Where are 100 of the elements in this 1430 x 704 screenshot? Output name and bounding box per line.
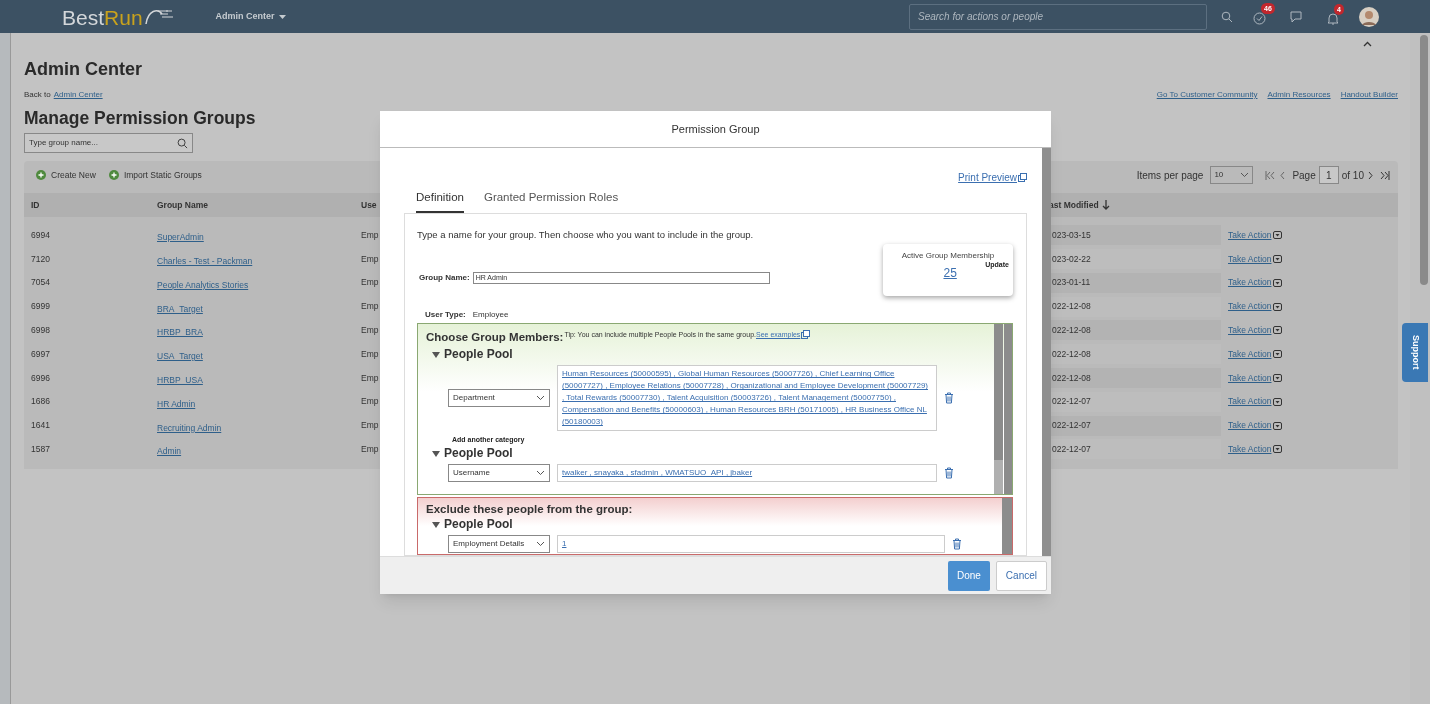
people-pool-title: People Pool bbox=[444, 517, 513, 533]
print-preview-link[interactable]: Print Preview bbox=[958, 170, 1027, 185]
table-cell-text: 6996 bbox=[31, 371, 51, 385]
group-name-link[interactable]: HR Admin bbox=[157, 398, 196, 409]
toolbar-action[interactable]: Import Static Groups bbox=[108, 168, 202, 182]
dropdown-icon bbox=[1273, 373, 1283, 382]
admin-center-link[interactable]: Admin Center bbox=[53, 89, 103, 101]
done-button[interactable]: Done bbox=[947, 560, 990, 591]
bell-icon[interactable] bbox=[1327, 11, 1339, 25]
sort-down-icon bbox=[1101, 200, 1110, 211]
table-cell-text: 7120 bbox=[31, 252, 51, 266]
values-field[interactable]: Human Resources (50000595) , Global Human Resources (50007726) , Chief Learning Office (50007727) , Employee Relations (50007728) , Organizational and Employee Development (50007729) , Total Rewards (50007730) , Talent Acquisition (50003726) , Talent Management (50007750) , Compensation and Benefits (50000603) , Human Resources BRH (50171005) , HR Business Office NL (50180003) bbox=[557, 365, 937, 432]
scrollbar-thumb[interactable] bbox=[994, 324, 1003, 461]
dropdown-icon bbox=[1273, 302, 1283, 311]
last-page-icon[interactable] bbox=[1380, 170, 1390, 180]
dropdown-icon bbox=[1273, 231, 1283, 240]
membership-label: Active Group Membership bbox=[900, 250, 996, 262]
scrollbar[interactable] bbox=[1004, 324, 1012, 495]
group-name-link[interactable]: HRBP_BRA bbox=[157, 327, 203, 338]
column-header[interactable]: ID bbox=[31, 198, 40, 212]
table-cell-text: 7054 bbox=[31, 276, 51, 290]
group-name-link[interactable]: People Analytics Stories bbox=[157, 279, 249, 290]
chevron-down-icon bbox=[536, 470, 545, 477]
membership-count-link[interactable]: 25 bbox=[943, 264, 957, 283]
take-action-link[interactable]: Take Action bbox=[1228, 228, 1283, 242]
group-search-field[interactable]: Type group name... bbox=[24, 133, 193, 154]
group-name-link[interactable]: USA_Target bbox=[157, 351, 203, 362]
take-action-link[interactable]: Take Action bbox=[1228, 371, 1283, 385]
chat-icon[interactable] bbox=[1289, 10, 1303, 23]
expanded-triangle-icon[interactable] bbox=[432, 350, 440, 359]
group-name-link[interactable]: SuperAdmin bbox=[157, 232, 204, 243]
take-action-link[interactable]: Take Action bbox=[1228, 419, 1283, 432]
user-type-value: Employee bbox=[472, 309, 509, 322]
first-page-icon[interactable] bbox=[1265, 170, 1276, 180]
category-select[interactable]: Employment Details bbox=[448, 535, 550, 554]
admin-center-menu[interactable]: Admin Center bbox=[215, 9, 286, 24]
previous-page-icon[interactable] bbox=[1279, 170, 1286, 180]
people-pool-title: People Pool bbox=[444, 446, 513, 462]
tab[interactable]: Definition bbox=[416, 189, 464, 214]
next-page-icon[interactable] bbox=[1368, 170, 1374, 180]
avatar[interactable] bbox=[1359, 6, 1379, 27]
intro-text: Type a name for your group. Then choose who you want to include in the group. bbox=[417, 228, 755, 243]
items-per-page-select[interactable]: 10 bbox=[1210, 166, 1254, 185]
people-pool-title: People Pool bbox=[444, 347, 513, 363]
trash-icon[interactable] bbox=[944, 392, 954, 405]
group-name-link[interactable]: Recruiting Admin bbox=[157, 422, 222, 433]
group-name-link[interactable]: Charles - Test - Packman bbox=[157, 255, 253, 266]
table-cell-text: 6994 bbox=[31, 228, 51, 242]
table-cell-text: 6997 bbox=[31, 347, 51, 361]
trash-icon[interactable] bbox=[944, 467, 954, 480]
take-action-link[interactable]: Take Action bbox=[1228, 276, 1283, 290]
check-circle-icon[interactable] bbox=[1253, 11, 1266, 25]
dropdown-icon bbox=[1273, 350, 1283, 359]
column-header[interactable]: Group Name bbox=[157, 198, 208, 212]
table-cell-text: Emp bbox=[361, 276, 380, 290]
header-link[interactable]: Go To Customer Community bbox=[1156, 89, 1258, 101]
page-number-field[interactable]: 1 bbox=[1318, 166, 1339, 185]
search-field[interactable]: Search for actions or people bbox=[909, 3, 1207, 30]
section-title: Exclude these people from the group: bbox=[426, 502, 634, 517]
table-cell-text: 6998 bbox=[31, 323, 51, 337]
tab[interactable]: Granted Permission Roles bbox=[483, 189, 619, 214]
table-cell-text: Emp bbox=[361, 252, 380, 266]
group-name-link[interactable]: Admin bbox=[157, 446, 182, 457]
trash-icon[interactable] bbox=[952, 538, 962, 551]
search-icon[interactable] bbox=[1221, 10, 1233, 23]
group-name-link[interactable]: HRBP_USA bbox=[157, 374, 203, 385]
header-link[interactable]: Admin Resources bbox=[1267, 89, 1331, 101]
dropdown-icon bbox=[1273, 445, 1283, 454]
toolbar-action[interactable]: Create New bbox=[36, 168, 96, 182]
header-link[interactable]: Handout Builder bbox=[1340, 89, 1398, 101]
table-cell-text: 1641 bbox=[31, 419, 51, 432]
take-action-link[interactable]: Take Action bbox=[1228, 395, 1283, 409]
collapse-caret-icon[interactable] bbox=[1363, 40, 1372, 47]
section-title: Choose Group Members: bbox=[426, 330, 564, 345]
items-per-page-label: Items per page bbox=[1136, 168, 1204, 183]
values-field[interactable]: twalker , snayaka , sfadmin , WMATSUO_API , jbaker bbox=[557, 464, 937, 483]
table-cell-text: Emp bbox=[361, 419, 380, 432]
column-header[interactable]: Use bbox=[361, 198, 377, 212]
external-link-icon bbox=[1018, 173, 1027, 182]
take-action-link[interactable]: Take Action bbox=[1228, 442, 1283, 456]
take-action-link[interactable]: Take Action bbox=[1228, 347, 1283, 361]
expanded-triangle-icon[interactable] bbox=[432, 520, 440, 529]
cancel-button[interactable]: Cancel bbox=[995, 560, 1047, 591]
scrollbar[interactable] bbox=[1002, 498, 1012, 554]
values-field[interactable]: 1 bbox=[557, 535, 945, 554]
take-action-link[interactable]: Take Action bbox=[1228, 300, 1283, 313]
scrollbar[interactable] bbox=[1042, 148, 1051, 556]
category-select[interactable]: Username bbox=[448, 464, 550, 483]
table-cell-text: Emp bbox=[361, 300, 380, 313]
group-name-label: Group Name: bbox=[419, 271, 470, 284]
take-action-link[interactable]: Take Action bbox=[1228, 252, 1283, 266]
logo[interactable]: BestRun bbox=[62, 5, 174, 28]
table-cell-text: Emp bbox=[361, 395, 380, 409]
category-select[interactable]: Department bbox=[448, 389, 550, 408]
take-action-link[interactable]: Take Action bbox=[1228, 323, 1283, 337]
scrollbar-thumb[interactable] bbox=[1420, 35, 1428, 285]
support-tab[interactable]: Support bbox=[1402, 323, 1428, 382]
expanded-triangle-icon[interactable] bbox=[432, 449, 440, 458]
group-name-link[interactable]: BRA_Target bbox=[157, 303, 203, 314]
page-total: of 10 bbox=[1341, 168, 1364, 183]
